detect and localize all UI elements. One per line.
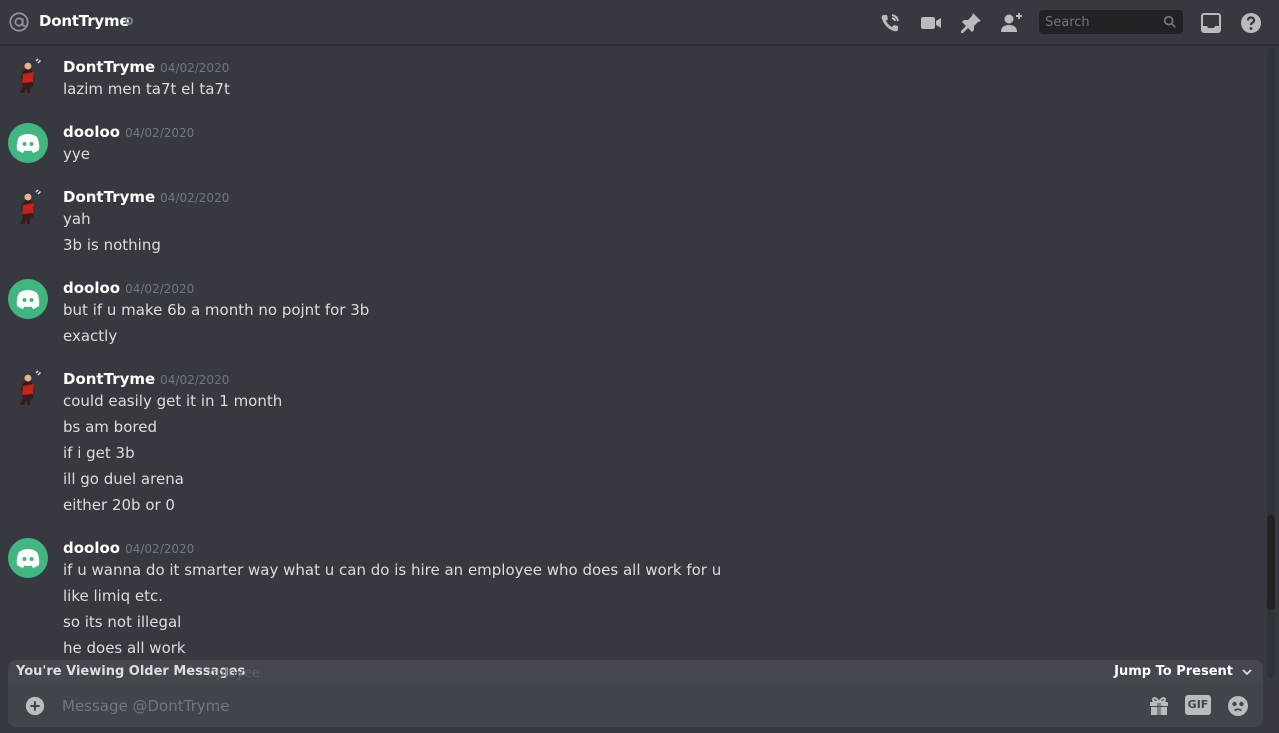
message-author[interactable]: dooloo 04/02/2020 [63,279,194,297]
discord-logo-icon [16,134,40,153]
gift-icon[interactable] [1147,694,1171,718]
message-composer: GIF [8,684,1263,727]
discord-logo-icon [16,290,40,309]
message-text: either 20b or 0 [63,496,175,514]
older-messages-bar: You're Viewing Older Messages nployee Ju… [8,660,1263,684]
message-timestamp: 04/02/2020 [160,191,230,205]
user-avatar[interactable] [8,187,48,227]
voice-call-icon[interactable] [878,11,902,35]
channel-header: DontTryme [0,0,1279,45]
message-text: 3b is nothing [63,236,161,254]
dm-title: DontTryme [39,12,130,30]
message-list: DontTryme 04/02/2020 lazim men ta7t el ta… [0,46,1266,660]
message-author[interactable]: dooloo 04/02/2020 [63,123,194,141]
message-text: if u wanna do it smarter way what u can … [63,561,722,579]
search-input[interactable] [1039,10,1157,34]
message-text: so its not illegal [63,613,182,631]
pin-icon[interactable] [959,11,983,35]
message-timestamp: 04/02/2020 [125,126,195,140]
message-timestamp: 04/02/2020 [160,373,230,387]
gif-button[interactable]: GIF [1185,695,1211,715]
chevron-down-icon[interactable] [1241,666,1253,678]
user-avatar[interactable] [8,123,48,163]
message-text: ill go duel arena [63,470,184,488]
discord-logo-icon [16,549,40,568]
message-timestamp: 04/02/2020 [125,542,195,556]
message-input[interactable] [56,684,1136,727]
message-text: could easily get it in 1 month [63,392,283,410]
message-text: he does all work [63,639,186,657]
message-text: lazim men ta7t el ta7t [63,80,230,98]
message-text: bs am bored [63,418,157,436]
inbox-icon[interactable] [1199,11,1223,35]
message-text: if i get 3b [63,444,135,462]
search-icon [1163,15,1176,28]
user-avatar[interactable] [8,538,48,578]
jump-to-present-button[interactable]: Jump To Present [1114,664,1233,679]
message-text: yah [63,210,91,228]
emoji-icon[interactable] [1226,694,1250,718]
message-text: but if u make 6b a month no pojnt for 3b [63,301,370,319]
user-avatar[interactable] [8,56,48,96]
message-author[interactable]: DontTryme 04/02/2020 [63,370,229,388]
add-attachment-icon[interactable] [24,695,46,717]
at-icon [9,12,29,32]
scrollbar-thumb[interactable] [1267,515,1275,610]
message-timestamp: 04/02/2020 [160,61,230,75]
message-author[interactable]: DontTryme 04/02/2020 [63,58,229,76]
help-icon[interactable] [1239,11,1263,35]
message-author[interactable]: dooloo 04/02/2020 [63,539,194,557]
message-timestamp: 04/02/2020 [125,282,195,296]
video-call-icon[interactable] [919,11,943,35]
user-avatar[interactable] [8,368,48,408]
user-avatar[interactable] [8,279,48,319]
message-text: yye [63,145,90,163]
search-box[interactable] [1039,10,1183,34]
partially-hidden-message-text: nployee [208,666,260,681]
message-text: exactly [63,327,118,345]
message-text: like limiq etc. [63,587,164,605]
offline-status-icon [125,17,133,25]
message-author[interactable]: DontTryme 04/02/2020 [63,188,229,206]
add-friend-icon[interactable] [999,11,1023,35]
